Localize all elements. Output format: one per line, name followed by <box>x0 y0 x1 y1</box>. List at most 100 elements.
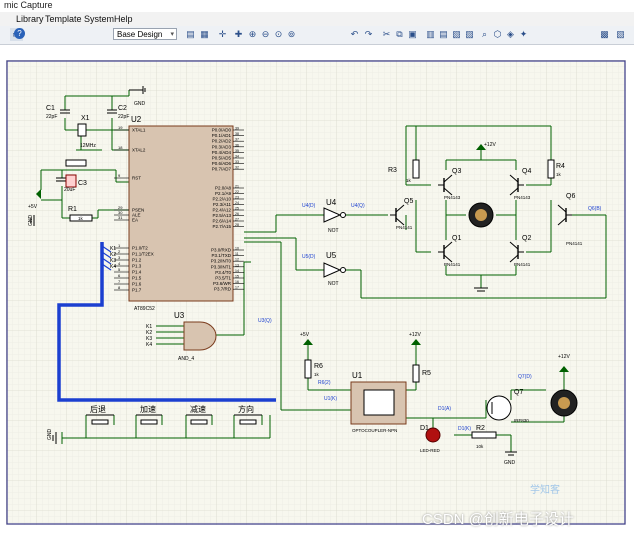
zoom-area-icon[interactable]: ⊚ <box>285 28 298 41</box>
help-icon[interactable]: ? <box>14 28 25 39</box>
block-copy-icon[interactable]: ▥ <box>424 28 437 41</box>
copy-icon[interactable]: ⧉ <box>393 28 406 41</box>
mcu-pin-number: 12 <box>235 258 239 262</box>
zoom-in-icon[interactable]: ⊕ <box>246 28 259 41</box>
block-move-icon[interactable]: ▤ <box>437 28 450 41</box>
menu-library[interactable]: Library <box>16 14 44 24</box>
mcu-pin-number: 17 <box>235 286 239 290</box>
mcu-pin-number: 19 <box>118 125 123 130</box>
opto-vcc1: +5V <box>300 332 310 338</box>
bom-icon[interactable]: ▧ <box>614 28 627 41</box>
make-device-icon[interactable]: ⬡ <box>491 28 504 41</box>
mcu-pin-name: P2.1/A9 <box>215 191 232 196</box>
mcu-u2[interactable]: U2 AT89C52 XTAL119XTAL218RST9PSEN29ALE30… <box>114 115 244 312</box>
u1-ref: U1 <box>352 371 363 380</box>
gnd-buttons-label: GND <box>47 429 53 441</box>
q6-label: Q6 <box>566 193 575 200</box>
redo-icon[interactable]: ↷ <box>362 28 375 41</box>
transistor-model: PN4143 <box>514 195 531 200</box>
transistor-model: PN4143 <box>444 195 461 200</box>
cut-icon[interactable]: ✂ <box>380 28 393 41</box>
mcu-pin-number: 31 <box>118 215 123 220</box>
wand-icon[interactable]: ✦ <box>517 28 530 41</box>
grid-icon[interactable]: ▦ <box>198 28 211 41</box>
mcu-pin-number: 34 <box>235 155 239 159</box>
c1-label: C1 <box>46 105 55 112</box>
x1-label: X1 <box>81 115 90 122</box>
mcu-pin-name: RST <box>132 176 141 181</box>
u1-probe: U1(K) <box>324 396 337 402</box>
gnd-reset-label: GND <box>28 215 34 227</box>
mcu-pin-number: 11 <box>235 252 239 256</box>
r6-label: R6 <box>314 363 323 370</box>
mcu-pin-name: P1.7 <box>132 288 142 293</box>
rename-icon[interactable]: ▤ <box>184 28 197 41</box>
mcu-pin-name: P0.0/AD0 <box>212 128 232 133</box>
r1-label: R1 <box>68 206 77 213</box>
zoom-out-icon[interactable]: ⊖ <box>259 28 272 41</box>
mcu-pin-number: 27 <box>235 218 239 222</box>
c1-value: 22pF <box>46 114 57 120</box>
u4-name: NOT <box>328 228 339 234</box>
mcu-pin-name: P3.3/INT1 <box>211 264 232 269</box>
design-select[interactable]: Base Design ▾ <box>113 28 177 40</box>
mcu-pin-name: P3.6/WR <box>213 281 232 286</box>
button-direction-label: 方向 <box>238 404 254 414</box>
mcu-pin-number: 22 <box>235 190 239 194</box>
mcu-pin-number: 15 <box>235 275 239 279</box>
pan-icon[interactable]: ✚ <box>232 28 245 41</box>
mcu-pin-name: P2.6/A14 <box>212 219 231 224</box>
r4-value: 1k <box>556 172 562 177</box>
block-rotate-icon[interactable]: ▧ <box>450 28 463 41</box>
button-speedup-label: 加速 <box>140 404 156 414</box>
mcu-pin-number: 14 <box>235 269 239 273</box>
mcu-pin-name: P1.5 <box>132 276 142 281</box>
mcu-pin-name: P0.6/AD6 <box>212 161 232 166</box>
block-delete-icon[interactable]: ▨ <box>463 28 476 41</box>
mcu-pin-name: P2.3/A11 <box>213 202 232 207</box>
logo-watermark: 学知客 <box>530 485 560 496</box>
undo-icon[interactable]: ↶ <box>348 28 361 41</box>
q7-label: Q7 <box>514 389 523 396</box>
u4-ref: U4 <box>326 198 337 207</box>
zoom-all-icon[interactable]: ⊙ <box>272 28 285 41</box>
u5-ref: U5 <box>326 251 337 260</box>
schematic-svg: U2 AT89C52 XTAL119XTAL218RST9PSEN29ALE30… <box>6 60 626 525</box>
mcu-pin-name: P1.0/T2 <box>132 246 148 251</box>
d1-name: LED-RED <box>420 448 441 453</box>
design-select-value: Base Design <box>117 30 163 39</box>
mcu-pin-name: P0.7/AD7 <box>212 167 232 172</box>
mcu-pin-number: 28 <box>235 223 239 227</box>
r5-label: R5 <box>422 370 431 377</box>
search-icon[interactable]: ⌕ <box>478 28 491 41</box>
netlist-icon[interactable]: ▩ <box>598 28 611 41</box>
hb-vcc: +12V <box>484 142 496 148</box>
u3-ref: U3 <box>174 311 185 320</box>
mcu-pin-number: 25 <box>235 207 239 211</box>
transistor-label: Q5 <box>404 198 413 205</box>
schematic-canvas[interactable]: U2 AT89C52 XTAL1 19 XTAL2 18 RST 9 PSEN 29 ALE 30… <box>6 60 626 525</box>
opto-vcc3: +12V <box>558 354 570 360</box>
button-back-label: 后退 <box>90 404 106 414</box>
chevron-down-icon: ▾ <box>170 31 174 38</box>
package-icon[interactable]: ◈ <box>504 28 517 41</box>
menu-template[interactable]: Template <box>45 14 82 24</box>
mcu-name: AT89C52 <box>134 306 155 312</box>
transistor-model: PN4141 <box>514 262 531 267</box>
mcu-pin-name: P1.2 <box>132 258 142 263</box>
mcu-pin-number: 18 <box>118 145 123 150</box>
paste-icon[interactable]: ▣ <box>406 28 419 41</box>
mcu-pin-name: P3.5/T1 <box>215 276 231 281</box>
r3-value: 1k <box>406 178 412 183</box>
mcu-pin-name: P1.6 <box>132 282 142 287</box>
vcc5-label: +5V <box>28 204 38 210</box>
r6-probe: R6(2) <box>318 380 331 386</box>
menu-help[interactable]: Help <box>114 14 133 24</box>
origin-icon[interactable]: ✛ <box>216 28 229 41</box>
csdn-watermark: CSDN @创新电子设计 <box>422 511 574 528</box>
mcu-pin-name: XTAL2 <box>132 148 146 153</box>
mcu-pin-number: 38 <box>235 132 239 136</box>
menu-system[interactable]: System <box>84 14 114 24</box>
title-bar: mic Capture <box>0 0 634 12</box>
u5-probe-in: U5(D) <box>302 254 316 260</box>
